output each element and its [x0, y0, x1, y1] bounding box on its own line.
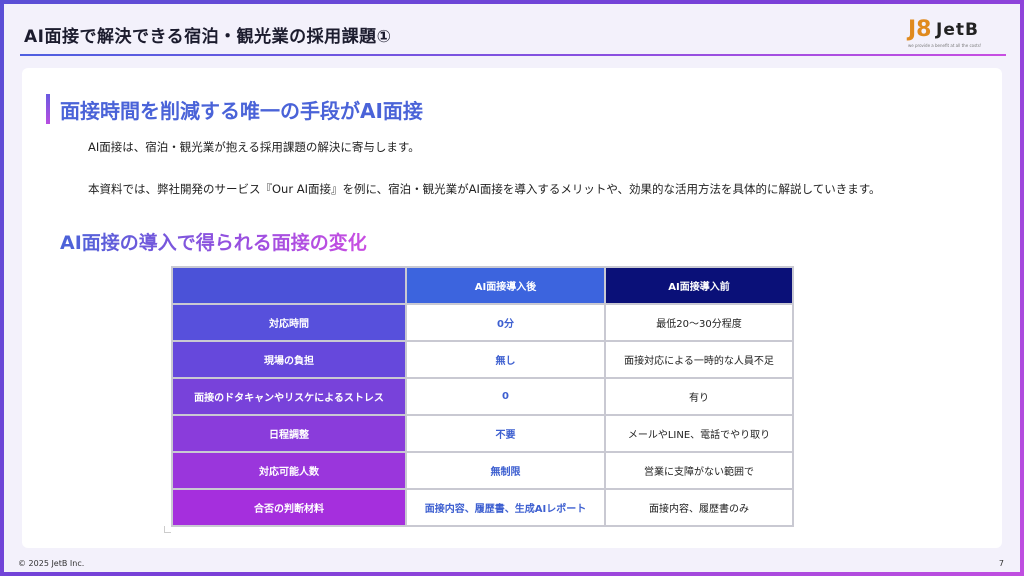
before-value: 最低20〜30分程度 — [604, 303, 794, 342]
before-value: 面接対応による一時的な人員不足 — [604, 340, 794, 379]
comparison-table: AI面接導入後 AI面接導入前 対応時間 0分 最低20〜30分程度 現場の負担… — [171, 266, 794, 527]
slide: AI面接で解決できる宿泊・観光業の採用課題① J8 JetB we provid… — [4, 4, 1020, 572]
section-accent-bar — [46, 94, 50, 124]
logo-mark: J8 — [908, 17, 932, 42]
comparison-heading: AI面接の導入で得られる面接の変化 — [60, 228, 367, 255]
header-divider — [20, 54, 1006, 56]
table-row: 日程調整 不要 メールやLINE、電話でやり取り — [171, 414, 794, 453]
after-value: 面接内容、履歴書、生成AIレポート — [405, 488, 606, 527]
logo-tagline: we provide a benefit at all the costs! — [908, 43, 982, 48]
after-value: 0 — [405, 377, 606, 416]
row-label: 対応時間 — [171, 303, 407, 342]
table-header-row: AI面接導入後 AI面接導入前 — [171, 266, 794, 305]
table-corner-mark — [164, 526, 171, 533]
table-row: 合否の判断材料 面接内容、履歴書、生成AIレポート 面接内容、履歴書のみ — [171, 488, 794, 527]
after-value: 無制限 — [405, 451, 606, 490]
row-label: 合否の判断材料 — [171, 488, 407, 527]
row-label: 現場の負担 — [171, 340, 407, 379]
before-value: 面接内容、履歴書のみ — [604, 488, 794, 527]
row-label: 面接のドタキャンやリスケによるストレス — [171, 377, 407, 416]
description-paragraph: 本資料では、弊社開発のサービス『Our AI面接』を例に、宿泊・観光業がAI面接… — [88, 182, 881, 196]
column-header-before: AI面接導入前 — [604, 266, 794, 305]
table-row: 対応可能人数 無制限 営業に支障がない範囲で — [171, 451, 794, 490]
page-number: 7 — [998, 559, 1004, 568]
column-header-after: AI面接導入後 — [405, 266, 606, 305]
row-label: 対応可能人数 — [171, 451, 407, 490]
after-value: 0分 — [405, 303, 606, 342]
table-row: 現場の負担 無し 面接対応による一時的な人員不足 — [171, 340, 794, 379]
table-row: 面接のドタキャンやリスケによるストレス 0 有り — [171, 377, 794, 416]
jetb-logo: J8 JetB we provide a benefit at all the … — [908, 17, 990, 49]
after-value: 無し — [405, 340, 606, 379]
page-title: AI面接で解決できる宿泊・観光業の採用課題① — [24, 27, 392, 47]
after-value: 不要 — [405, 414, 606, 453]
table-corner-cell — [171, 266, 407, 305]
before-value: メールやLINE、電話でやり取り — [604, 414, 794, 453]
table-row: 対応時間 0分 最低20〜30分程度 — [171, 303, 794, 342]
logo-text: JetB — [936, 20, 979, 40]
section-heading: 面接時間を削減する唯一の手段がAI面接 — [60, 99, 423, 123]
copyright: © 2025 JetB Inc. — [18, 559, 85, 568]
content-card: 面接時間を削減する唯一の手段がAI面接 AI面接は、宿泊・観光業が抱える採用課題… — [22, 68, 1002, 548]
before-value: 有り — [604, 377, 794, 416]
before-value: 営業に支障がない範囲で — [604, 451, 794, 490]
row-label: 日程調整 — [171, 414, 407, 453]
intro-paragraph: AI面接は、宿泊・観光業が抱える採用課題の解決に寄与します。 — [88, 140, 420, 154]
